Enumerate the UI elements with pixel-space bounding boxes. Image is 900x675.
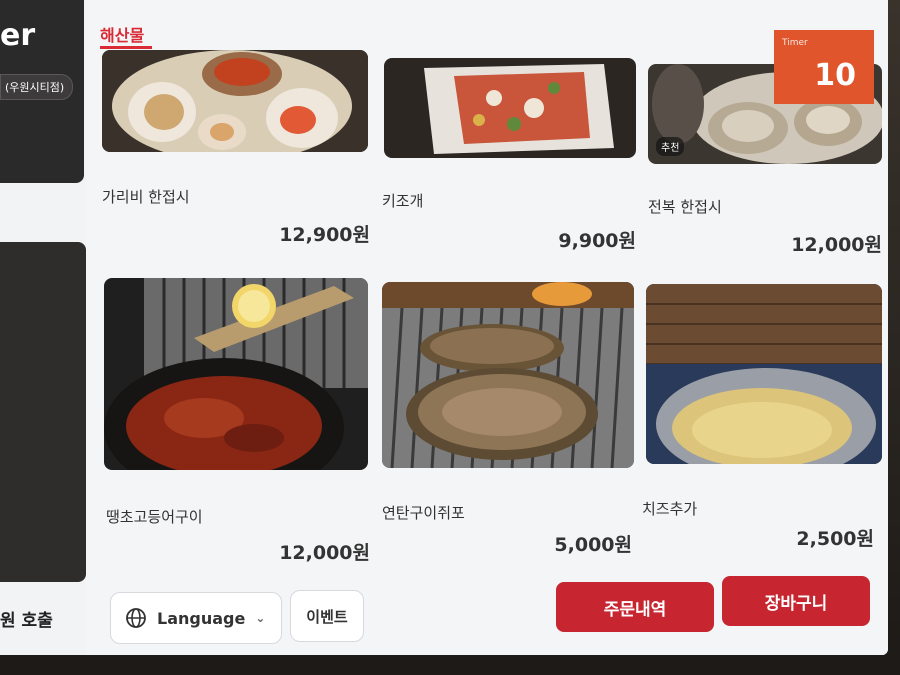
menu-item-name: 키조개	[382, 192, 424, 210]
category-underline	[100, 46, 152, 49]
menu-item-name: 가리비 한접시	[102, 188, 190, 206]
timer-label: Timer	[782, 38, 808, 48]
globe-icon	[126, 608, 146, 628]
menu-item-name: 연탄구이쥐포	[382, 504, 465, 522]
menu-item-image[interactable]	[104, 278, 368, 470]
menu-item-image[interactable]	[384, 58, 636, 158]
brand-logo: er	[0, 18, 36, 53]
language-label: Language	[157, 608, 246, 628]
menu-area: 해산물 가리비 한접시 12,900원 키조개 9,900원 추천 전복 한접시…	[86, 0, 888, 655]
chevron-down-icon: ⌄	[255, 611, 266, 625]
sidebar-header: er (우원시티점)	[0, 0, 84, 183]
store-name-badge: (우원시티점)	[0, 74, 74, 100]
order-history-button[interactable]: 주문내역	[556, 582, 714, 632]
kiosk-screen: er (우원시티점) 원 호출 해산물 가리비 한접시 12,900원 키조개 …	[0, 0, 888, 655]
timer-panel: Timer 10	[774, 30, 874, 104]
menu-item-image[interactable]	[646, 284, 882, 464]
timer-value: 10	[814, 58, 856, 93]
menu-item-image[interactable]	[102, 50, 368, 152]
sidebar-category-panel	[0, 242, 86, 582]
menu-item-price: 9,900원	[558, 230, 636, 252]
menu-item-name: 전복 한접시	[648, 198, 722, 216]
category-title: 해산물	[100, 26, 145, 45]
language-button[interactable]: Language ⌄	[110, 592, 282, 644]
recommend-badge: 추천	[656, 137, 685, 156]
menu-item-name: 치즈추가	[642, 500, 698, 518]
menu-item-price: 2,500원	[796, 528, 874, 550]
menu-item-price: 5,000원	[554, 534, 632, 556]
menu-item-price: 12,900원	[279, 224, 370, 246]
menu-item-name: 땡초고등어구이	[106, 508, 203, 526]
menu-item-price: 12,000원	[279, 542, 370, 564]
event-button[interactable]: 이벤트	[290, 590, 364, 642]
sidebar: er (우원시티점) 원 호출	[0, 0, 90, 655]
menu-item-price: 12,000원	[791, 234, 882, 256]
menu-item-image[interactable]	[382, 282, 634, 468]
cart-button[interactable]: 장바구니	[722, 576, 870, 626]
staff-call-button[interactable]: 원 호출	[0, 606, 53, 631]
